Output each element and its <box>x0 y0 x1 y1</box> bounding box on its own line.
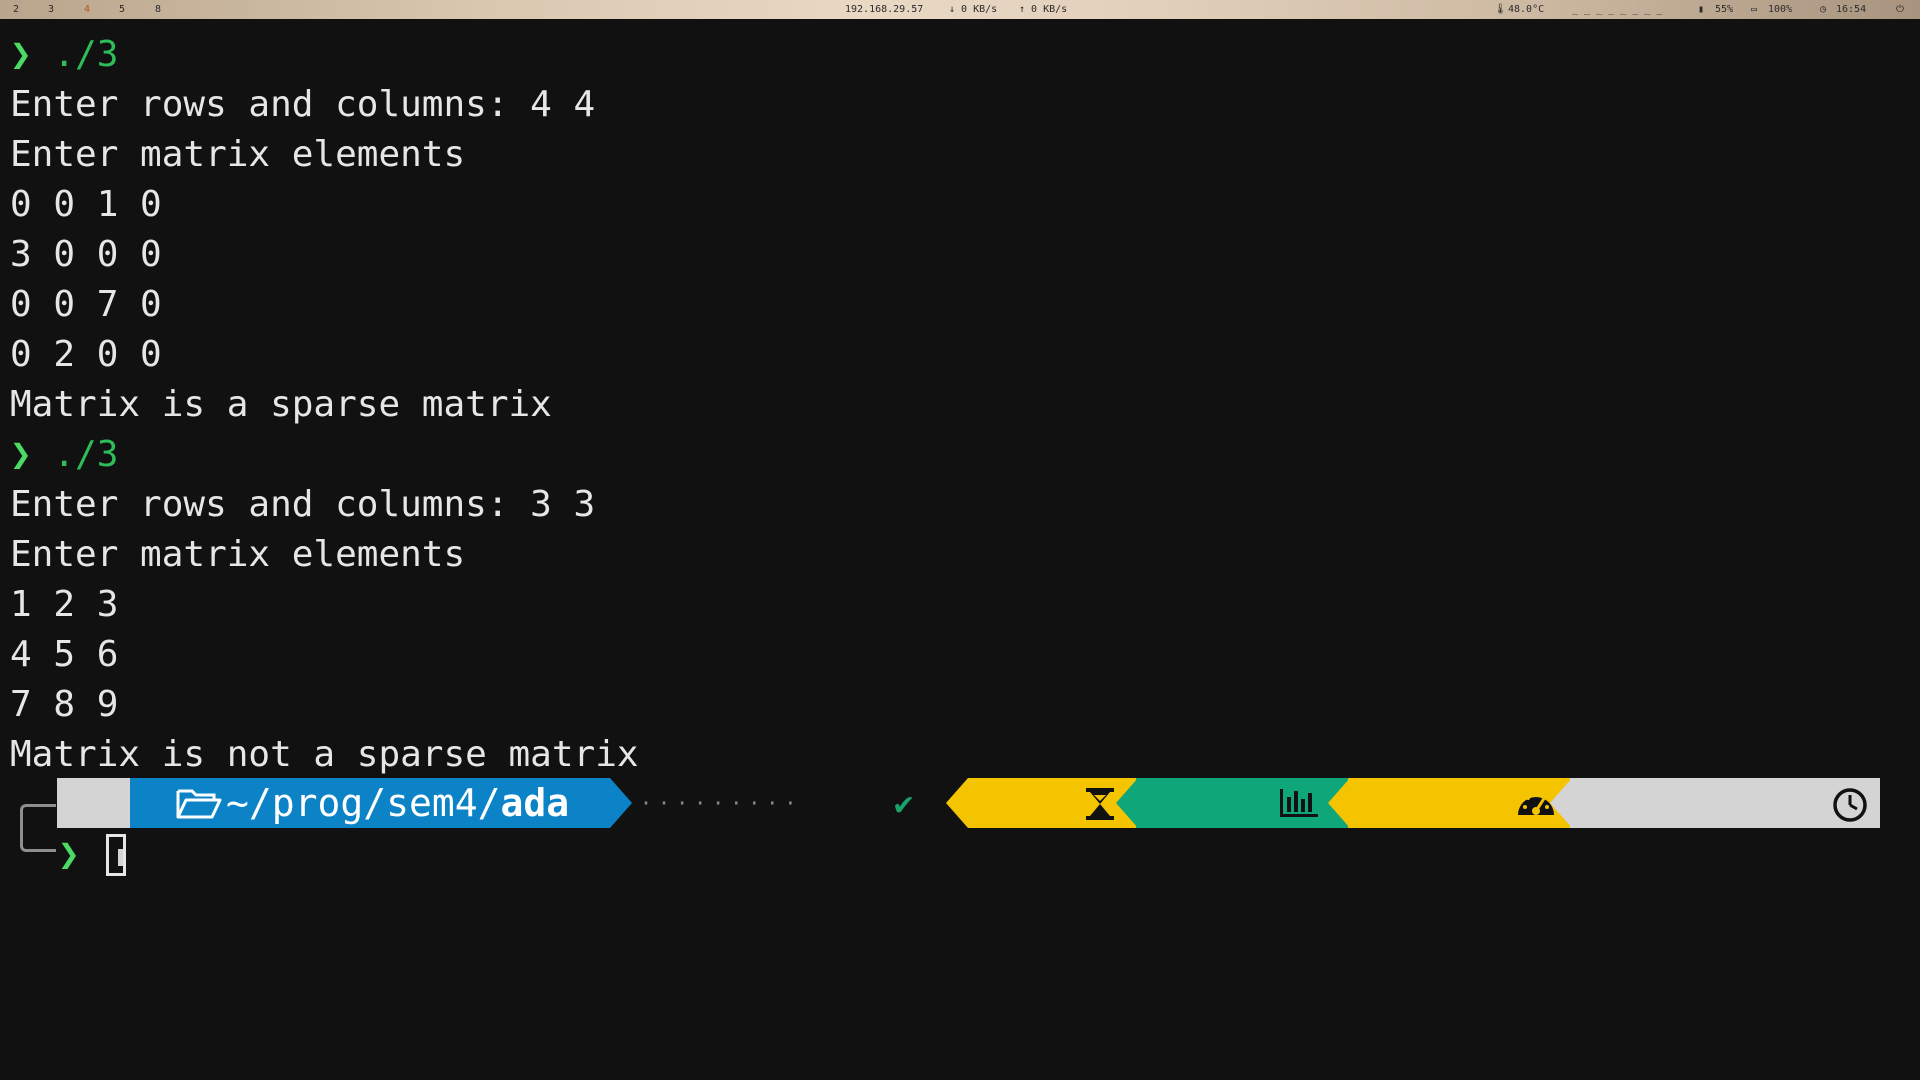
battery-level: 100% <box>1768 4 1793 15</box>
terminal-cursor[interactable] <box>106 834 126 876</box>
output-line: 4 5 6 <box>10 634 119 675</box>
workspace-4-active[interactable]: 4 <box>84 0 90 19</box>
memory-segment: 3.52G <box>1348 778 1570 875</box>
folder-open-icon <box>176 789 222 819</box>
memory-used: 3.52G <box>1423 831 1539 875</box>
time-segment-separator <box>1550 778 1572 828</box>
clock-icon <box>1833 788 1867 822</box>
dir-segment-separator <box>610 778 632 828</box>
output-line: Enter rows and columns: 3 3 <box>10 484 596 525</box>
dir-path-prefix: ~/prog/sem4/ <box>226 781 501 825</box>
time-segment: 16:54:23 <box>1570 778 1880 875</box>
thermometer-icon: 🌡 <box>1494 4 1507 15</box>
output-line: Matrix is not a sparse matrix <box>10 734 639 775</box>
workspace-3[interactable]: 3 <box>48 0 54 19</box>
output-line: Enter matrix elements <box>10 534 466 575</box>
command-duration: 8s <box>1037 831 1084 875</box>
command-line: ❯ ./3 <box>10 30 118 80</box>
workspace-2[interactable]: 2 <box>13 0 19 19</box>
workspace-8[interactable]: 8 <box>155 0 161 19</box>
top-status-bar: 2 3 4 5 8 192.168.29.57 ↓ 0 KB/s ↑ 0 KB/… <box>0 0 1920 19</box>
battery-icon: ▭ <box>1751 4 1758 15</box>
prompt-bracket <box>20 804 56 852</box>
load-segment-separator <box>1116 778 1138 828</box>
disk-icon: ▮ <box>1698 4 1705 15</box>
output-line: 0 0 7 0 <box>10 284 162 325</box>
duration-segment-separator <box>946 778 968 828</box>
volume-bars: _ _ _ _ _ _ _ _ <box>1572 4 1663 15</box>
input-prompt-arrow: ❯ <box>58 834 80 875</box>
output-line: Enter matrix elements <box>10 134 466 175</box>
output-line: 0 2 0 0 <box>10 334 162 375</box>
dir-current: ada <box>500 781 570 825</box>
workspace-5[interactable]: 5 <box>119 0 125 19</box>
power-icon[interactable]: ⏻ <box>1896 0 1904 19</box>
output-line: 1 2 3 <box>10 584 119 625</box>
memory-segment-separator <box>1328 778 1350 828</box>
command-text: ./3 <box>31 34 119 75</box>
command-text: ./3 <box>31 434 119 475</box>
net-down-rate: ↓ 0 KB/s <box>949 4 998 15</box>
prompt-arrow-icon: ❯ <box>10 34 32 75</box>
status-ok-icon: ✔ <box>894 784 914 822</box>
net-up-rate: ↑ 0 KB/s <box>1019 4 1068 15</box>
output-line: Enter rows and columns: 4 4 <box>10 84 596 125</box>
output-line: Matrix is a sparse matrix <box>10 384 552 425</box>
clock-icon: ◷ <box>1820 4 1827 15</box>
load-average: 1.12 <box>1205 831 1298 875</box>
prompt-filler-dots: ········· <box>640 791 803 815</box>
ip-address: 192.168.29.57 <box>845 4 924 15</box>
disk-usage: 55% <box>1715 4 1734 15</box>
bar-chart-icon <box>1280 789 1318 817</box>
directory-segment: ~/prog/sem4/ada <box>130 778 610 828</box>
temperature: 48.0°C <box>1508 4 1545 15</box>
output-line: 7 8 9 <box>10 684 119 725</box>
prompt-arrow-icon: ❯ <box>10 434 32 475</box>
clock-time: 16:54 <box>1836 4 1867 15</box>
load-segment: 1.12 <box>1136 778 1348 875</box>
output-line: 3 0 0 0 <box>10 234 162 275</box>
command-line: ❯ ./3 <box>10 430 118 480</box>
hourglass-icon <box>1086 788 1114 820</box>
prompt-time: 16:54:23 <box>1661 831 1845 875</box>
output-line: 0 0 1 0 <box>10 184 162 225</box>
duration-segment: 8s <box>968 778 1136 875</box>
